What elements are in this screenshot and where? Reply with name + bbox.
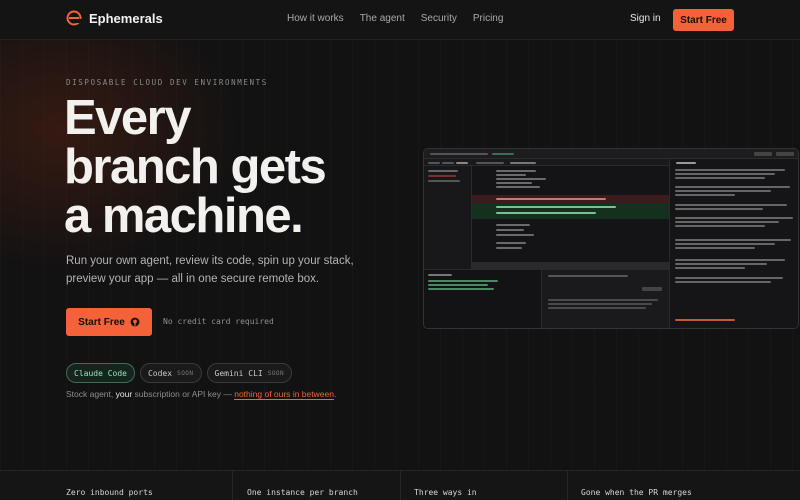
preview-terminal bbox=[424, 269, 542, 328]
preview-editor-tabs bbox=[424, 159, 669, 166]
nav-link-how-it-works[interactable]: How it works bbox=[287, 13, 344, 24]
feature-strip: Zero inbound ports One instance per bran… bbox=[0, 470, 800, 500]
headline-line-2: branch gets bbox=[64, 140, 327, 194]
github-icon bbox=[130, 317, 140, 327]
hero-start-free-button[interactable]: Start Free bbox=[66, 308, 152, 336]
feature-zero-inbound-ports: Zero inbound ports bbox=[66, 488, 153, 497]
agent-pill-codex[interactable]: Codex SOON bbox=[139, 363, 202, 383]
agent-pill-label: Gemini CLI bbox=[214, 368, 263, 378]
agent-pill-label: Codex bbox=[147, 368, 173, 378]
preview-title-bar bbox=[424, 149, 798, 159]
soon-badge: SOON bbox=[177, 369, 194, 377]
nav-start-free-button[interactable]: Start Free bbox=[673, 9, 734, 31]
top-nav: Ephemerals How it works The agent Securi… bbox=[0, 0, 800, 40]
stock-note-mid: subscription or API key — bbox=[132, 389, 235, 399]
headline-line-3: a machine. bbox=[64, 189, 304, 243]
ephemerals-logo-icon bbox=[66, 10, 82, 26]
brand-name: Ephemerals bbox=[89, 10, 163, 26]
preview-agent-panel bbox=[669, 159, 798, 328]
feature-one-instance-per-branch: One instance per branch bbox=[247, 488, 358, 497]
preview-browser-pane bbox=[542, 269, 669, 328]
headline-line-1: Every bbox=[64, 91, 192, 145]
nav-link-security[interactable]: Security bbox=[421, 13, 457, 24]
nav-links: How it works The agent Security Pricing bbox=[287, 13, 503, 24]
feature-divider bbox=[400, 471, 401, 500]
agent-pill-gemini-cli[interactable]: Gemini CLI SOON bbox=[206, 363, 293, 383]
preview-code-diff bbox=[472, 166, 669, 269]
sign-in-link[interactable]: Sign in bbox=[630, 13, 661, 24]
nav-link-the-agent[interactable]: The agent bbox=[360, 13, 405, 24]
hero-subtext: Run your own agent, review its code, spi… bbox=[66, 255, 354, 285]
agent-pill-label: Claude Code bbox=[74, 368, 127, 378]
no-credit-card-note: No credit card required bbox=[163, 317, 274, 326]
stock-note-post: . bbox=[333, 389, 337, 399]
feature-divider bbox=[567, 471, 568, 500]
agent-pill-claude-code[interactable]: Claude Code bbox=[66, 363, 135, 383]
feature-divider bbox=[232, 471, 233, 500]
stock-note-pre: Stock agent, bbox=[66, 389, 116, 399]
hero-eyebrow: DISPOSABLE CLOUD DEV ENVIRONMENTS bbox=[66, 78, 268, 87]
feature-gone-when-pr-merges: Gone when the PR merges bbox=[581, 488, 692, 497]
nav-link-pricing[interactable]: Pricing bbox=[473, 13, 504, 24]
app-preview-screenshot bbox=[423, 148, 799, 329]
hero-headline: Every branch gets a machine. bbox=[64, 94, 404, 241]
agent-pills: Claude Code Codex SOON Gemini CLI SOON bbox=[66, 363, 293, 383]
soon-badge: SOON bbox=[267, 369, 285, 377]
hero-cta-label: Start Free bbox=[78, 316, 125, 328]
nothing-in-between-link[interactable]: nothing of ours in between bbox=[234, 389, 334, 400]
feature-three-ways-in: Three ways in bbox=[414, 488, 477, 497]
stock-agent-note: Stock agent, your subscription or API ke… bbox=[66, 389, 337, 400]
preview-file-tree bbox=[424, 166, 472, 269]
brand[interactable]: Ephemerals bbox=[66, 10, 163, 26]
stock-note-your: your bbox=[115, 389, 133, 399]
